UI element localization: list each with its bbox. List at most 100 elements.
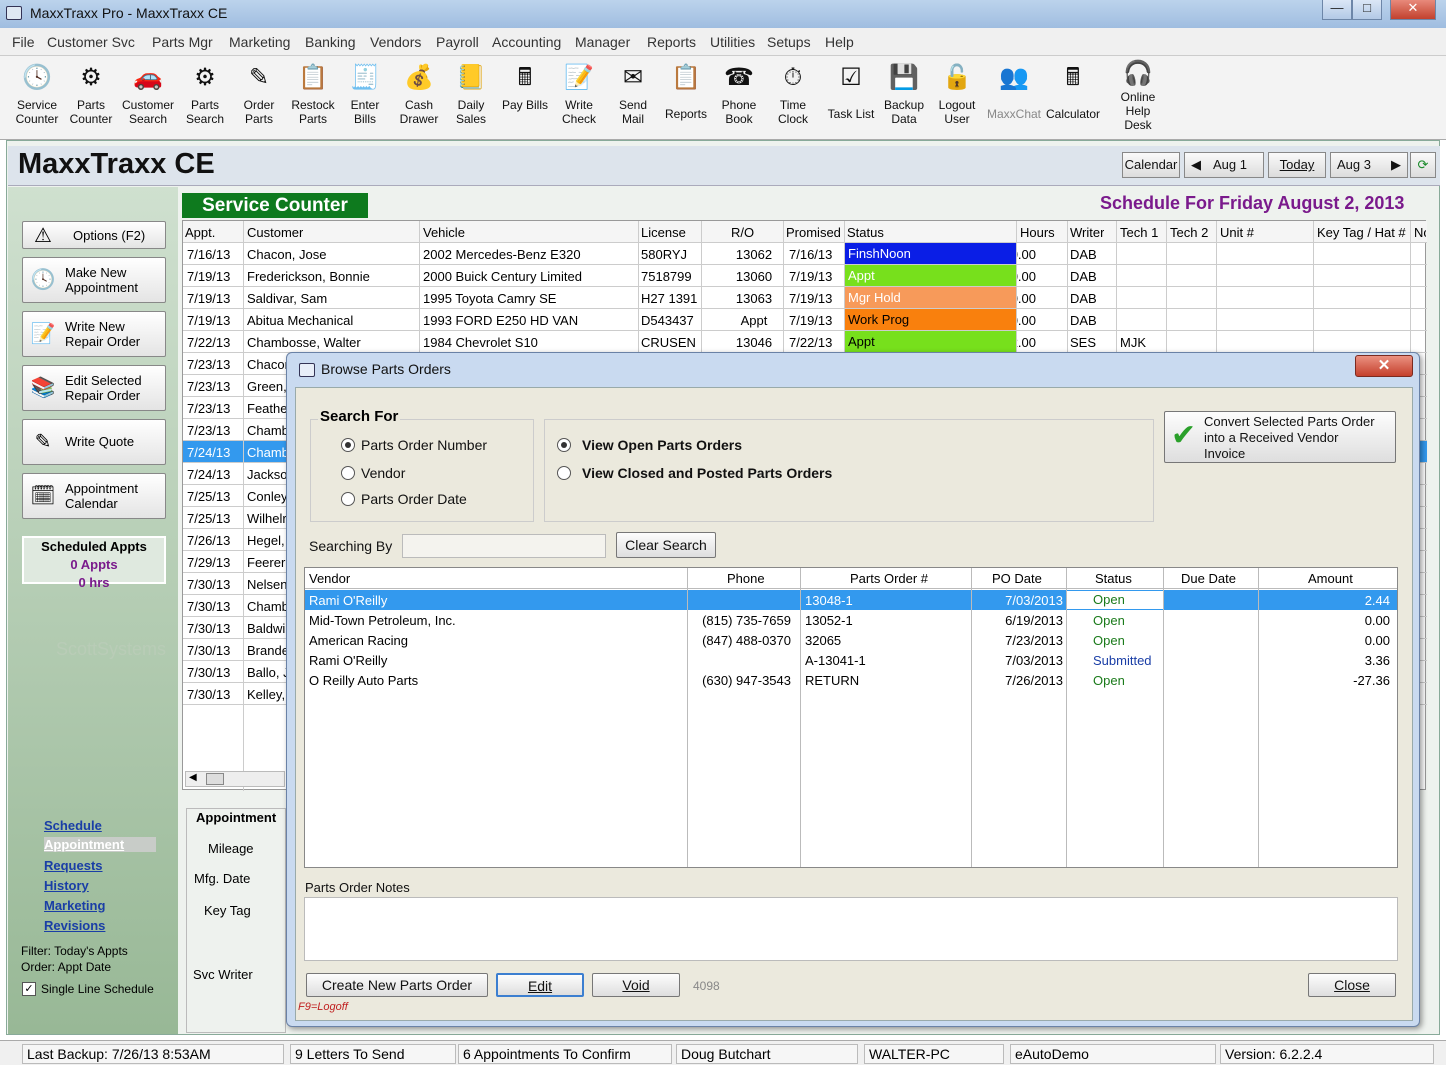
col-notes[interactable]: No [1414,225,1426,240]
appointment-calendar-button[interactable]: 🗓 Appointment Calendar [22,473,166,519]
menu-manager[interactable]: Manager [575,34,630,50]
close-window-button[interactable]: ✕ [1390,0,1436,20]
radio-vendor[interactable] [341,466,355,480]
col-writer[interactable]: Writer [1070,225,1104,240]
col-due-date[interactable]: Due Date [1181,571,1236,586]
clear-search-button[interactable]: Clear Search [616,532,716,558]
toolbar-restock-parts[interactable]: 📋 Restock Parts [286,60,340,126]
calendar-button[interactable]: Calendar [1122,152,1180,178]
col-key-tag[interactable]: Key Tag / Hat # [1317,225,1406,240]
menu-vendors[interactable]: Vendors [370,34,421,50]
toolbar-reports[interactable]: 📋 Reports [660,60,712,121]
toolbar-write-check[interactable]: 📝 Write Check [552,60,606,126]
list-item[interactable]: American Racing (847) 488-0370 32065 7/23/2… [305,630,1397,650]
horizontal-scrollbar[interactable]: ◀ [185,771,285,787]
col-vendor[interactable]: Vendor [309,571,350,586]
menu-accounting[interactable]: Accounting [492,34,561,50]
toolbar-service-counter[interactable]: 🕓 Service Counter [10,60,64,126]
edit-repair-order-button[interactable]: 📚 Edit Selected Repair Order [22,365,166,411]
list-item[interactable]: Rami O'Reilly 13048-1 7/03/2013 Open 2.44 [305,590,1397,610]
menu-banking[interactable]: Banking [305,34,356,50]
toolbar-time-clock[interactable]: ⏱ Time Clock [766,60,820,126]
prev-day-button[interactable]: ◀ Aug 1 [1184,152,1264,178]
make-appointment-button[interactable]: 🕓 Make New Appointment [22,257,166,303]
void-button[interactable]: Void [592,973,680,997]
col-vehicle[interactable]: Vehicle [423,225,465,240]
write-quote-button[interactable]: ✎ Write Quote [22,419,166,465]
scroll-left-icon[interactable]: ◀ [189,772,197,783]
col-amount[interactable]: Amount [1308,571,1353,586]
col-promised[interactable]: Promised [786,225,841,240]
toolbar-parts-counter[interactable]: ⚙ Parts Counter [64,60,118,126]
close-button[interactable]: Close [1308,973,1396,997]
nav-revisions[interactable]: Revisions [44,918,105,933]
radio-view-open[interactable] [557,438,571,452]
toolbar-logout-user[interactable]: 🔓 Logout User [932,60,982,126]
menu-setups[interactable]: Setups [767,34,811,50]
toolbar-customer-search[interactable]: 🚗 Customer Search [118,60,178,126]
toolbar-calculator[interactable]: 🖩 Calculator [1044,60,1102,121]
menu-marketing[interactable]: Marketing [229,34,290,50]
options-button[interactable]: ⚠ Options (F2) [22,221,166,249]
single-line-checkbox[interactable]: ✓ [22,982,36,996]
toolbar-order-parts[interactable]: ✎ Order Parts [232,60,286,126]
menu-file[interactable]: File [12,34,35,50]
toolbar-backup-data[interactable]: 💾 Backup Data [880,60,928,126]
minimize-button[interactable]: — [1322,0,1352,20]
col-hours[interactable]: Hours [1020,225,1055,240]
nav-requests[interactable]: Requests [44,858,103,873]
refresh-button[interactable]: ⟳ [1410,152,1436,178]
table-row[interactable]: 7/19/13 Abitua Mechanical 1993 FORD E250 H… [183,309,1427,331]
toolbar-pay-bills[interactable]: 🖩 Pay Bills [498,60,552,112]
nav-appointment[interactable]: Appointment [44,837,156,852]
write-repair-order-button[interactable]: 📝 Write New Repair Order [22,311,166,357]
col-ro[interactable]: R/O [731,225,754,240]
menu-customer-svc[interactable]: Customer Svc [47,34,135,50]
nav-history[interactable]: History [44,878,89,893]
toolbar-cash-drawer[interactable]: 💰 Cash Drawer [392,60,446,126]
next-day-button[interactable]: Aug 3 ▶ [1330,152,1408,178]
convert-to-invoice-button[interactable]: ✔ Convert Selected Parts Order into a Re… [1164,411,1396,463]
table-row[interactable]: 7/19/13 Frederickson, Bonnie 2000 Buick Ce… [183,265,1427,287]
scroll-thumb[interactable] [206,773,224,785]
edit-button[interactable]: Edit [496,973,584,997]
table-row[interactable]: 7/19/13 Saldivar, Sam 1995 Toyota Camry SE… [183,287,1427,309]
maximize-button[interactable]: □ [1352,0,1382,20]
toolbar-task-list[interactable]: ☑ Task List [824,60,878,121]
nav-marketing[interactable]: Marketing [44,898,105,913]
col-unit[interactable]: Unit # [1220,225,1254,240]
col-status[interactable]: Status [1095,571,1132,586]
menu-help[interactable]: Help [825,34,854,50]
toolbar-enter-bills[interactable]: 🧾 Enter Bills [340,60,390,126]
toolbar-send-mail[interactable]: ✉ Send Mail [606,60,660,126]
radio-parts-order-date[interactable] [341,492,355,506]
col-parts-order[interactable]: Parts Order # [850,571,928,586]
notes-textarea[interactable] [304,897,1398,961]
col-license[interactable]: License [641,225,686,240]
create-parts-order-button[interactable]: Create New Parts Order [306,973,488,997]
today-button[interactable]: Today [1268,152,1326,178]
searching-by-input[interactable] [402,534,606,558]
toolbar-phone-book[interactable]: ☎ Phone Book [712,60,766,126]
col-customer[interactable]: Customer [247,225,303,240]
toolbar-online-help-desk[interactable]: 🎧 Online Help Desk [1112,56,1164,132]
col-phone[interactable]: Phone [727,571,765,586]
col-tech2[interactable]: Tech 2 [1170,225,1208,240]
menu-payroll[interactable]: Payroll [436,34,479,50]
col-tech1[interactable]: Tech 1 [1120,225,1158,240]
menu-reports[interactable]: Reports [647,34,696,50]
col-po-date[interactable]: PO Date [992,571,1042,586]
toolbar-daily-sales[interactable]: 📒 Daily Sales [446,60,496,126]
menu-parts-mgr[interactable]: Parts Mgr [152,34,213,50]
list-item[interactable]: Mid-Town Petroleum, Inc. (815) 735-7659 13… [305,610,1397,630]
dialog-close-icon[interactable]: ✕ [1355,355,1413,377]
col-status[interactable]: Status [847,225,884,240]
menu-utilities[interactable]: Utilities [710,34,755,50]
col-appt[interactable]: Appt. [185,225,215,240]
toolbar-maxxchat[interactable]: 👥 MaxxChat [986,60,1042,121]
list-item[interactable]: O Reilly Auto Parts (630) 947-3543 RETURN 7… [305,670,1397,690]
radio-parts-order-number[interactable] [341,438,355,452]
table-row[interactable]: 7/22/13 Chambosse, Walter 1984 Chevrolet S… [183,331,1427,353]
table-row[interactable]: 7/16/13 Chacon, Jose 2002 Mercedes-Benz E3… [183,243,1427,265]
list-item[interactable]: Rami O'Reilly A-13041-1 7/03/2013 Submitted… [305,650,1397,670]
